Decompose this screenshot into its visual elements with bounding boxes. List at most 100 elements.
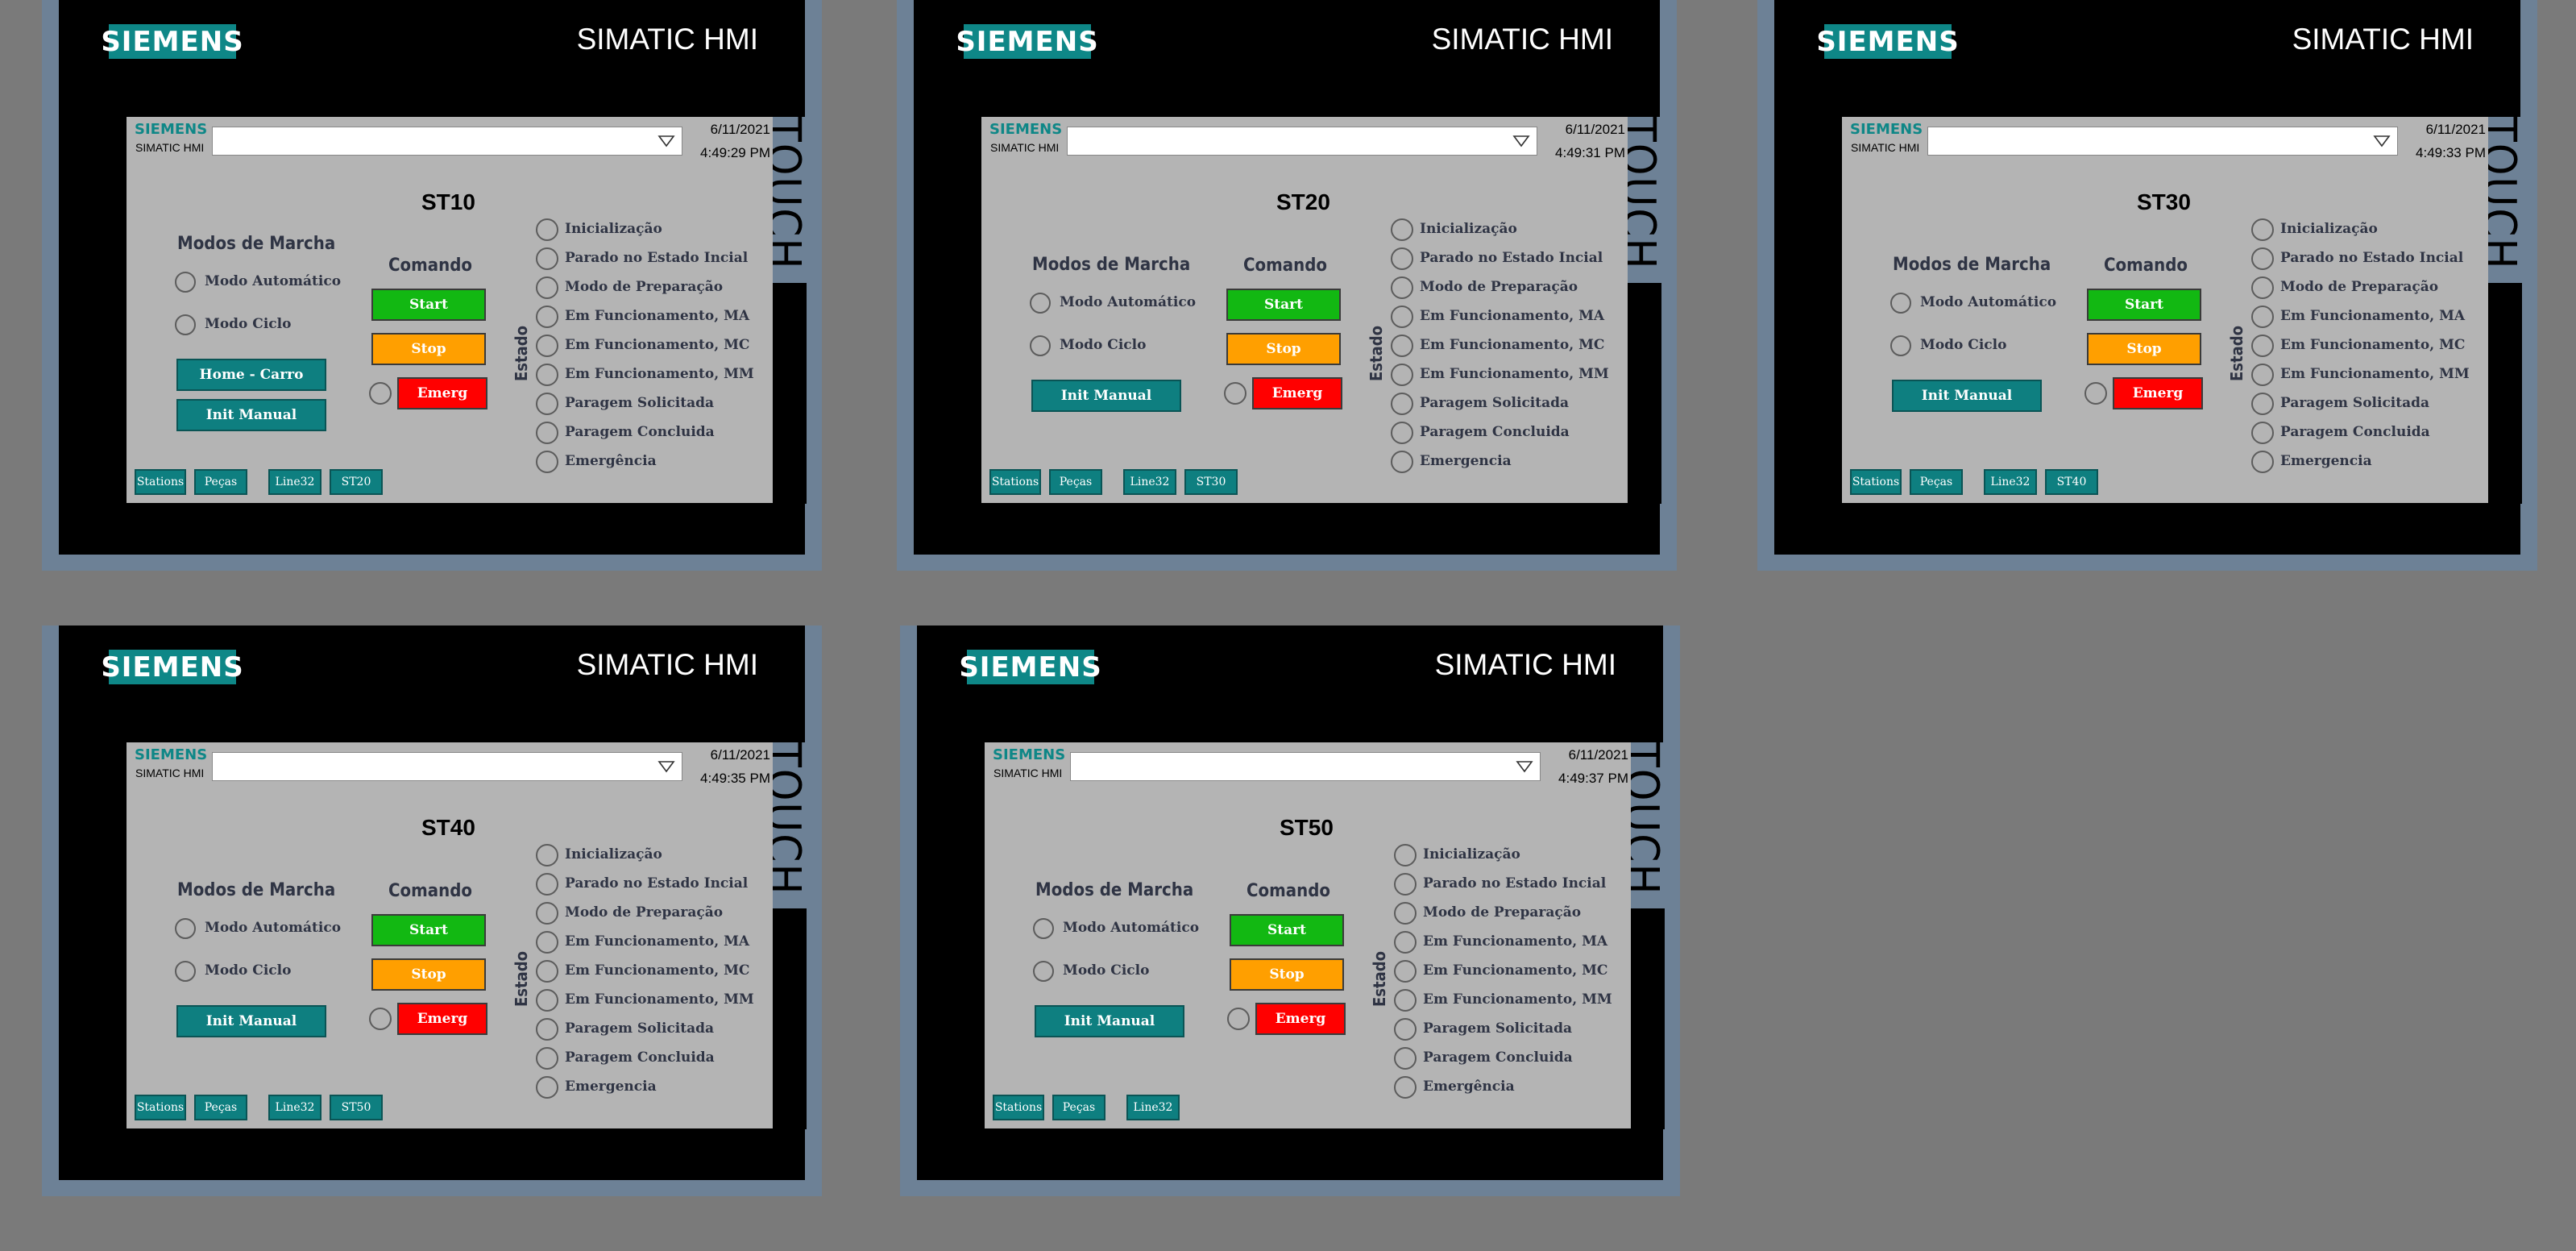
emerg-indicator-radio[interactable] xyxy=(369,382,392,405)
state-indicator-radio xyxy=(1391,422,1413,444)
modos-de-marcha-title: Modos de Marcha xyxy=(1035,880,1194,900)
stop-button[interactable]: Stop xyxy=(1226,333,1341,365)
date-readout: 6/11/2021 xyxy=(2425,122,2486,137)
modo-ciclo-radio[interactable] xyxy=(175,961,196,982)
state-indicator-radio xyxy=(1394,989,1417,1012)
state-indicator-radio xyxy=(1391,364,1413,386)
start-button[interactable]: Start xyxy=(371,289,486,321)
emerg-button[interactable]: Emerg xyxy=(1255,1003,1346,1035)
emerg-indicator-radio[interactable] xyxy=(369,1008,392,1030)
start-button[interactable]: Start xyxy=(1226,289,1341,321)
alarm-dropdown[interactable] xyxy=(212,127,682,156)
state-label: Em Funcionamento, MA xyxy=(565,308,750,324)
screen-subtitle: SIMATIC HMI xyxy=(1851,141,1920,154)
nav-button-stations[interactable]: Stations xyxy=(993,1095,1044,1120)
start-button[interactable]: Start xyxy=(1230,914,1344,946)
state-label: Modo de Preparação xyxy=(1423,904,1582,921)
state-label: Inicialização xyxy=(2280,221,2378,237)
alarm-dropdown[interactable] xyxy=(1927,127,2398,156)
init-manual-button[interactable]: Init Manual xyxy=(176,1005,326,1037)
nav-button-stations[interactable]: Stations xyxy=(989,469,1041,495)
hmi-device-st20: SIEMENS SIMATIC HMI TOUCH SIEMENS SIMATIC HM… xyxy=(897,0,1677,571)
stop-button[interactable]: Stop xyxy=(2087,333,2201,365)
hmi-device-st30: SIEMENS SIMATIC HMI TOUCH SIEMENS SIMATIC HM… xyxy=(1757,0,2537,571)
stop-button[interactable]: Stop xyxy=(1230,958,1344,991)
hmi-screen: SIEMENS SIMATIC HMI 6/11/2021 4:49:33 PM ST3… xyxy=(1842,117,2488,503)
nav-button-peças[interactable]: Peças xyxy=(1910,469,1963,495)
emerg-button[interactable]: Emerg xyxy=(1252,377,1342,409)
nav-button-peças[interactable]: Peças xyxy=(1049,469,1102,495)
modo-automatico-radio[interactable] xyxy=(175,918,196,939)
siemens-logo: SIEMENS xyxy=(101,650,244,684)
chevron-down-icon[interactable] xyxy=(657,135,675,148)
alarm-dropdown[interactable] xyxy=(1070,752,1541,781)
modo-ciclo-radio[interactable] xyxy=(1033,961,1054,982)
nav-button-stations[interactable]: Stations xyxy=(135,469,186,495)
nav-button-line32[interactable]: Line32 xyxy=(1984,469,2037,495)
init-manual-button[interactable]: Init Manual xyxy=(1892,380,2042,412)
stop-button[interactable]: Stop xyxy=(371,333,486,365)
nav-button-peças[interactable]: Peças xyxy=(194,1095,247,1120)
modos-de-marcha-title: Modos de Marcha xyxy=(177,880,336,900)
modo-ciclo-radio[interactable] xyxy=(175,314,196,335)
init-manual-button[interactable]: Init Manual xyxy=(1035,1005,1184,1037)
nav-button-line32[interactable]: Line32 xyxy=(1123,469,1176,495)
start-button[interactable]: Start xyxy=(371,914,486,946)
init-manual-button[interactable]: Init Manual xyxy=(1031,380,1181,412)
modo-automatico-radio[interactable] xyxy=(1890,293,1911,314)
state-indicator-radio xyxy=(1391,218,1413,241)
siemens-logo: SIEMENS xyxy=(959,650,1102,684)
modos-de-marcha-title: Modos de Marcha xyxy=(1032,255,1191,275)
state-label: Parado no Estado Incial xyxy=(2280,250,2464,266)
date-readout: 6/11/2021 xyxy=(1565,122,1625,137)
home-carro-button[interactable]: Home - Carro xyxy=(176,359,326,391)
estado-label: Estado xyxy=(1367,326,1386,381)
emerg-button[interactable]: Emerg xyxy=(397,1003,487,1035)
nav-button-st40[interactable]: ST40 xyxy=(2045,469,2098,495)
emerg-indicator-radio[interactable] xyxy=(1224,382,1247,405)
state-label: Paragem Solicitada xyxy=(1420,395,1570,411)
modo-ciclo-radio[interactable] xyxy=(1890,335,1911,356)
state-indicator-radio xyxy=(2251,451,2274,473)
stop-button[interactable]: Stop xyxy=(371,958,486,991)
emerg-button[interactable]: Emerg xyxy=(2113,377,2203,409)
nav-button-peças[interactable]: Peças xyxy=(194,469,247,495)
modo-automatico-radio[interactable] xyxy=(1033,918,1054,939)
chevron-down-icon[interactable] xyxy=(1516,760,1533,773)
hmi-screen: SIEMENS SIMATIC HMI 6/11/2021 4:49:37 PM ST5… xyxy=(985,742,1631,1128)
modo-ciclo-radio[interactable] xyxy=(1030,335,1051,356)
state-label: Inicialização xyxy=(565,221,662,237)
nav-button-peças[interactable]: Peças xyxy=(1052,1095,1105,1120)
modo-automatico-label: Modo Automático xyxy=(1060,294,1197,310)
state-label: Em Funcionamento, MC xyxy=(2280,337,2466,353)
comando-title: Comando xyxy=(388,881,472,901)
nav-button-st50[interactable]: ST50 xyxy=(330,1095,383,1120)
alarm-dropdown[interactable] xyxy=(212,752,682,781)
chevron-down-icon[interactable] xyxy=(1512,135,1530,148)
device-bezel: SIEMENS SIMATIC HMI TOUCH SIEMENS SIMATIC HM… xyxy=(59,626,810,1180)
alarm-dropdown[interactable] xyxy=(1067,127,1537,156)
nav-button-st20[interactable]: ST20 xyxy=(330,469,383,495)
state-indicator-radio xyxy=(1394,931,1417,954)
nav-button-line32[interactable]: Line32 xyxy=(268,469,321,495)
nav-button-st30[interactable]: ST30 xyxy=(1184,469,1238,495)
modo-automatico-radio[interactable] xyxy=(175,272,196,293)
state-label: Em Funcionamento, MA xyxy=(1423,933,1608,950)
modo-automatico-radio[interactable] xyxy=(1030,293,1051,314)
station-title: ST10 xyxy=(421,189,475,214)
emerg-indicator-radio[interactable] xyxy=(2084,382,2107,405)
chevron-down-icon[interactable] xyxy=(2373,135,2391,148)
init-manual-button[interactable]: Init Manual xyxy=(176,399,326,431)
nav-button-line32[interactable]: Line32 xyxy=(1126,1095,1180,1120)
emerg-button[interactable]: Emerg xyxy=(397,377,487,409)
state-label: Paragem Concluida xyxy=(1423,1049,1573,1066)
nav-button-stations[interactable]: Stations xyxy=(1850,469,1902,495)
hmi-device-st50: SIEMENS SIMATIC HMI TOUCH SIEMENS SIMATIC HM… xyxy=(900,626,1680,1196)
state-indicator-radio xyxy=(536,989,558,1012)
start-button[interactable]: Start xyxy=(2087,289,2201,321)
nav-button-stations[interactable]: Stations xyxy=(135,1095,186,1120)
chevron-down-icon[interactable] xyxy=(657,760,675,773)
state-label: Paragem Concluida xyxy=(565,1049,715,1066)
emerg-indicator-radio[interactable] xyxy=(1227,1008,1250,1030)
nav-button-line32[interactable]: Line32 xyxy=(268,1095,321,1120)
